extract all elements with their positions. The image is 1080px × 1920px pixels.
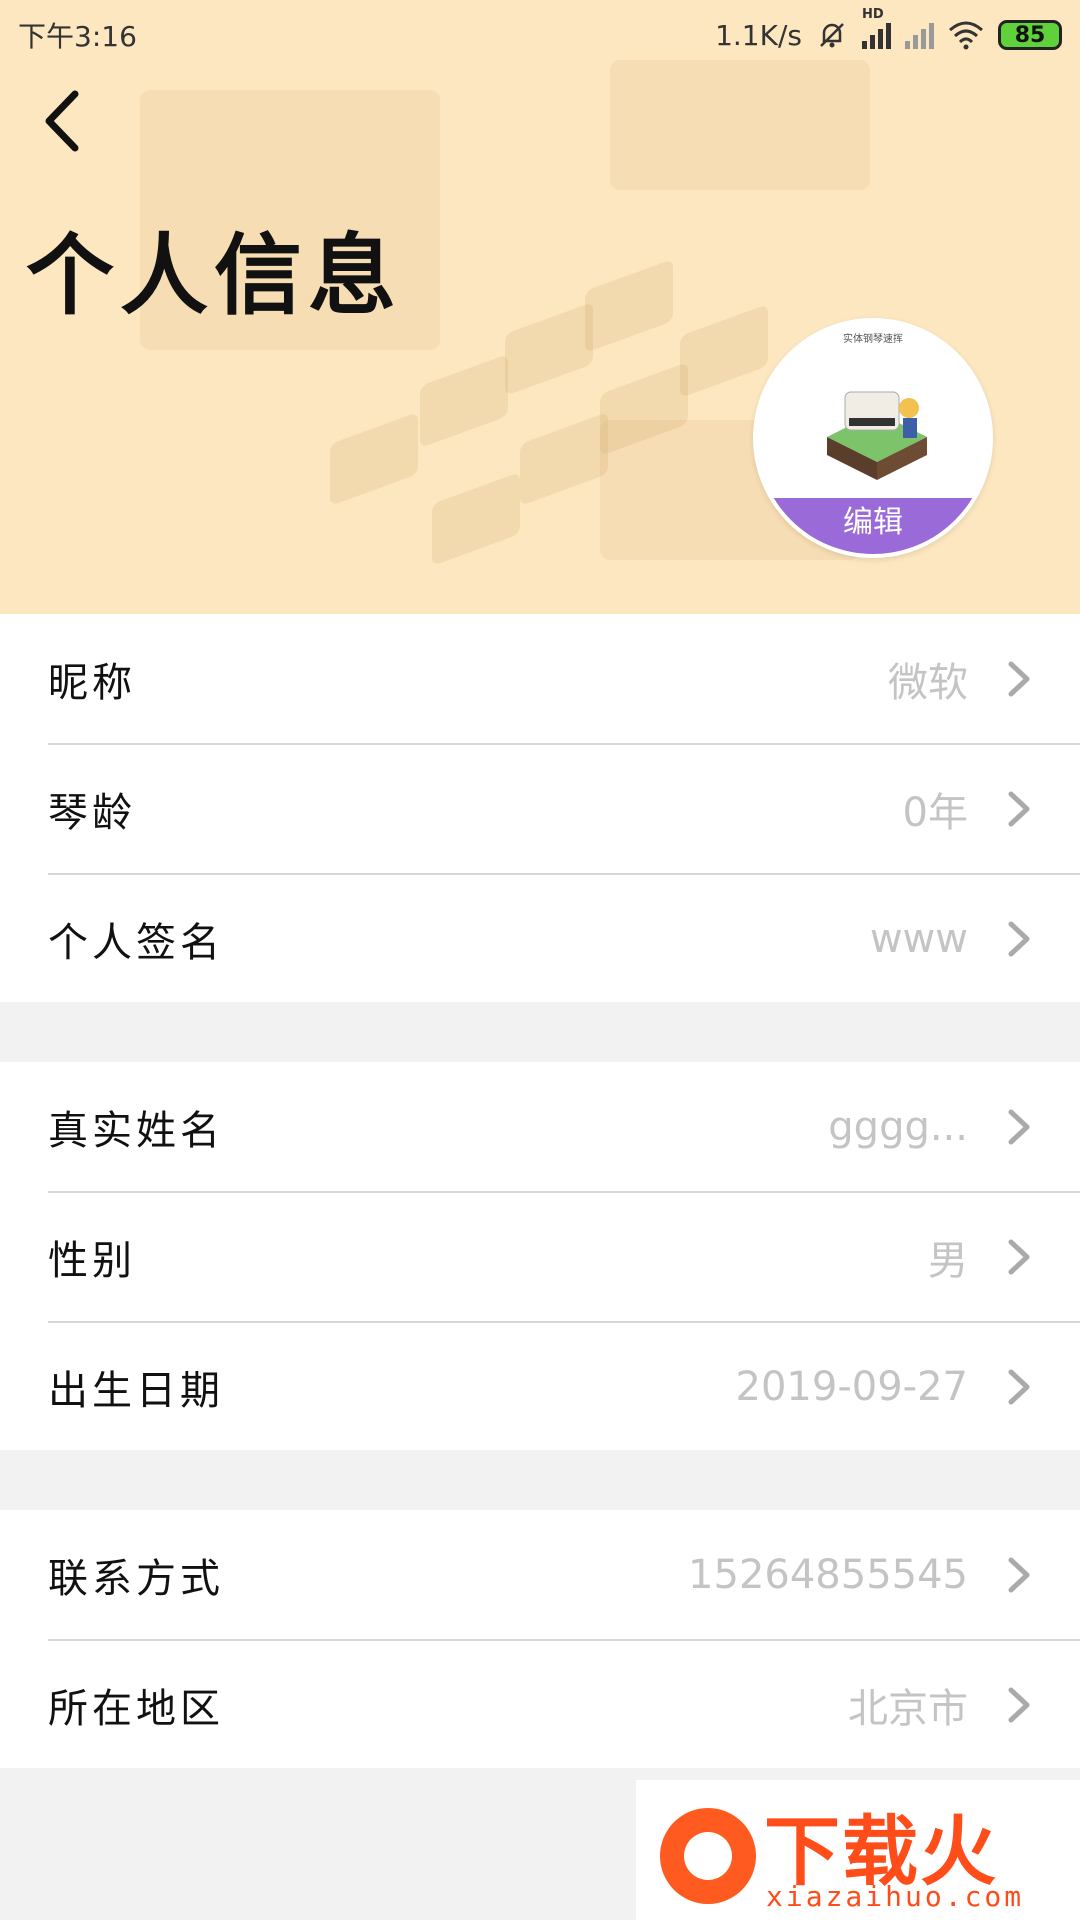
watermark-logo: 下载火 xiazaihuo.com [636, 1780, 1080, 1920]
row-label: 性别 [48, 1238, 136, 1284]
watermark-url: xiazaihuo.com [766, 1880, 1025, 1913]
network-speed: 1.1K/s [715, 18, 802, 52]
piano-decoration [585, 258, 673, 354]
signal-strength-secondary-icon [905, 21, 934, 49]
chevron-right-icon [1008, 1369, 1030, 1405]
chevron-right-icon [1008, 661, 1030, 697]
flame-download-icon [660, 1808, 756, 1904]
row-value: 15264855545 [688, 1552, 968, 1598]
row-gender[interactable]: 性别 男 [0, 1192, 1080, 1322]
contact-section: 联系方式 15264855545 所在地区 北京市 [0, 1510, 1080, 1768]
piano-decoration [680, 303, 768, 399]
row-piano-years[interactable]: 琴龄 0年 [0, 744, 1080, 874]
row-label: 琴龄 [48, 790, 136, 836]
piano-decoration [330, 411, 418, 507]
row-value: 男 [928, 1238, 968, 1284]
status-time: 下午3:16 [18, 20, 137, 53]
wifi-icon [949, 21, 983, 50]
back-button[interactable] [26, 86, 96, 156]
row-birth-date[interactable]: 出生日期 2019-09-27 [0, 1322, 1080, 1452]
row-nickname[interactable]: 昵称 微软 [0, 614, 1080, 744]
background-shape [610, 60, 870, 190]
personal-details-section: 真实姓名 gggg... 性别 男 出生日期 2019-09-27 [0, 1062, 1080, 1450]
chevron-left-icon [45, 90, 79, 152]
piano-illustration-icon [827, 391, 927, 480]
battery-indicator: 85 [998, 20, 1062, 50]
row-value: 微软 [888, 660, 968, 706]
row-value: 0年 [902, 790, 968, 836]
edit-avatar-button[interactable]: 编辑 [757, 498, 989, 554]
piano-decoration [520, 411, 608, 507]
row-label: 昵称 [48, 660, 136, 706]
signal-strength-icon: HD [862, 7, 891, 49]
chevron-right-icon [1008, 1109, 1030, 1145]
row-label: 出生日期 [48, 1368, 224, 1414]
piano-decoration [505, 301, 593, 397]
row-label: 个人签名 [48, 920, 224, 966]
chevron-right-icon [1008, 1239, 1030, 1275]
status-icons: 1.1K/s HD 85 [715, 7, 1062, 52]
row-value: 北京市 [848, 1686, 968, 1732]
row-label: 联系方式 [48, 1556, 224, 1602]
row-label: 所在地区 [48, 1686, 224, 1732]
hd-label: HD [862, 7, 884, 22]
row-label: 真实姓名 [48, 1108, 224, 1154]
chevron-right-icon [1008, 1687, 1030, 1723]
status-bar: 下午3:16 1.1K/s HD 85 [0, 0, 1080, 70]
piano-decoration [420, 353, 508, 449]
row-value: www [869, 916, 968, 962]
piano-decoration [432, 471, 520, 567]
chevron-right-icon [1008, 791, 1030, 827]
chevron-right-icon [1008, 1557, 1030, 1593]
page-title: 个人信息 [26, 223, 403, 327]
chevron-right-icon [1008, 921, 1030, 957]
avatar[interactable]: 实体钢琴速挥 编辑 [753, 318, 993, 558]
basic-info-section: 昵称 微软 琴龄 0年 个人签名 www [0, 614, 1080, 1002]
row-region[interactable]: 所在地区 北京市 [0, 1640, 1080, 1770]
row-signature[interactable]: 个人签名 www [0, 874, 1080, 1004]
mute-bell-icon [820, 23, 844, 48]
row-value: 2019-09-27 [735, 1364, 968, 1410]
profile-header: 下午3:16 1.1K/s HD 85 个人信息 实体钢琴速挥 编辑 [0, 0, 1080, 614]
row-contact[interactable]: 联系方式 15264855545 [0, 1510, 1080, 1640]
row-value: gggg... [828, 1104, 968, 1150]
row-real-name[interactable]: 真实姓名 gggg... [0, 1062, 1080, 1192]
